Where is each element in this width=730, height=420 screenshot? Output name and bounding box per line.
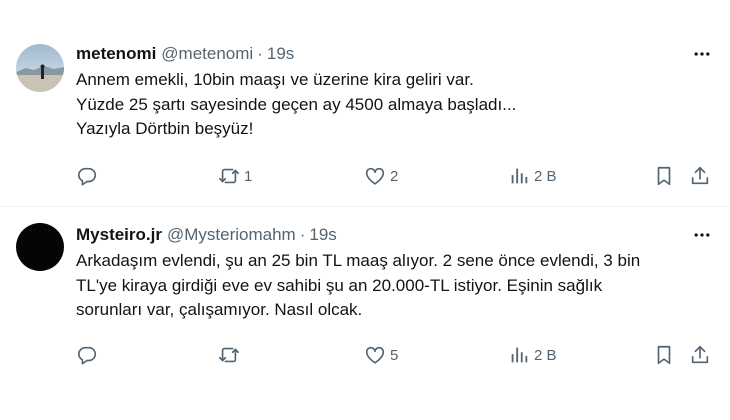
views-icon	[511, 168, 528, 184]
user-handle[interactable]: @metenomi	[161, 42, 253, 66]
reply-button[interactable]	[76, 164, 102, 188]
view-count: 2 B	[534, 167, 557, 185]
heart-icon	[365, 346, 385, 364]
views-button[interactable]: 2 B	[508, 343, 557, 367]
reply-button[interactable]	[76, 343, 102, 367]
bookmark-icon	[657, 345, 671, 365]
display-name[interactable]: metenomi	[76, 42, 156, 66]
view-count: 2 B	[534, 346, 557, 364]
separator-dot: ·	[257, 44, 263, 63]
tweet-body: metenomi @metenomi · 19s Annem emekli, 1…	[76, 42, 714, 142]
share-icon	[691, 166, 709, 185]
avatar[interactable]	[16, 223, 64, 271]
more-icon[interactable]	[690, 42, 714, 66]
bookmark-button[interactable]	[653, 164, 675, 188]
user-handle[interactable]: @Mysteriomahm	[167, 223, 296, 247]
more-icon[interactable]	[690, 223, 714, 247]
tweet-text-line: TL'ye kiraya girdiği eve ev sahibi şu an…	[76, 275, 603, 295]
tweet[interactable]: Mysteiro.jr @Mysteriomahm · 19s Arkadaşı…	[0, 206, 730, 420]
separator-dot: ·	[299, 225, 306, 244]
tweet-text-line: Arkadaşım evlendi, şu an 25 bin TL maaş …	[76, 251, 641, 270]
display-name[interactable]: Mysteiro.jr	[76, 223, 162, 247]
tweet-text: Annem emekli, 10bin maaşı ve üzerine kir…	[76, 68, 714, 142]
tweet-text: Arkadaşım evlendi, şu an 25 bin TL maaş …	[76, 249, 714, 323]
like-button[interactable]: 2	[364, 164, 398, 188]
bookmark-button[interactable]	[653, 343, 675, 367]
reply-icon	[77, 167, 97, 186]
avatar[interactable]	[16, 44, 64, 92]
timestamp[interactable]: 19s	[309, 223, 336, 247]
retweet-button[interactable]: 1	[218, 164, 252, 188]
timestamp[interactable]: 19s	[267, 42, 294, 66]
tweet-text-line: Yüzde 25 şartı sayesinde geçen ay 4500 a…	[76, 94, 517, 114]
views-icon	[511, 347, 528, 363]
tweet-text-line: sorunları var, çalışamıyor. Nasıl olcak.	[76, 300, 363, 319]
share-icon	[691, 345, 709, 364]
like-button[interactable]: 5	[364, 343, 398, 367]
like-count: 2	[390, 167, 399, 185]
tweet-feed: metenomi @metenomi · 19s Annem emekli, 1…	[0, 0, 730, 420]
tweet-actions: 1 2 2 B	[76, 164, 716, 188]
reply-icon	[77, 346, 97, 365]
views-button[interactable]: 2 B	[508, 164, 557, 188]
retweet-button[interactable]	[218, 343, 244, 367]
like-count: 5	[390, 346, 399, 364]
heart-icon	[365, 167, 385, 185]
tweet-text-line: Yazıyla Dörtbin beşyüz!	[76, 119, 254, 138]
retweet-icon	[219, 168, 239, 184]
share-button[interactable]	[689, 343, 711, 367]
bookmark-icon	[657, 166, 671, 186]
tweet[interactable]: metenomi @metenomi · 19s Annem emekli, 1…	[0, 28, 730, 206]
tweet-header: Mysteiro.jr @Mysteriomahm · 19s	[76, 223, 714, 247]
retweet-count: 1	[244, 167, 253, 185]
tweet-body: Mysteiro.jr @Mysteriomahm · 19s Arkadaşı…	[76, 223, 714, 323]
retweet-icon	[219, 347, 239, 363]
tweet-actions: 5 2 B	[76, 343, 716, 367]
tweet-text-line: Annem emekli, 10bin maaşı ve üzerine kir…	[76, 70, 474, 89]
share-button[interactable]	[689, 164, 711, 188]
tweet-header: metenomi @metenomi · 19s	[76, 42, 714, 66]
